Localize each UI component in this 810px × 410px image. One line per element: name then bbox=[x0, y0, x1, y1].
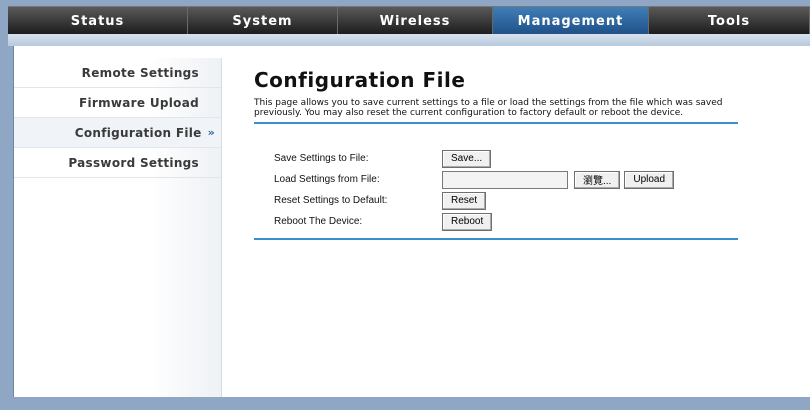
sidebar-item-label: Configuration File bbox=[74, 125, 202, 140]
sidebar-item-remote-settings[interactable]: Remote Settings bbox=[14, 58, 221, 88]
divider-top bbox=[254, 122, 738, 124]
file-path-input[interactable] bbox=[442, 170, 568, 189]
tab-status[interactable]: Status bbox=[8, 7, 188, 35]
tab-management[interactable]: Management bbox=[493, 7, 649, 35]
configuration-form: Save Settings to File: Save... Load Sett… bbox=[254, 148, 738, 240]
double-chevron-right-icon: » bbox=[207, 126, 215, 139]
save-settings-label: Save Settings to File: bbox=[274, 153, 369, 164]
upload-button[interactable]: Upload bbox=[624, 170, 675, 189]
browse-button[interactable]: 瀏覽... bbox=[574, 170, 621, 189]
save-settings-row: Save Settings to File: Save... bbox=[254, 148, 738, 169]
tab-system[interactable]: System bbox=[188, 7, 338, 35]
top-nav-bar: Status System Wireless Management Tools bbox=[8, 6, 810, 35]
sidebar-item-configuration-file[interactable]: Configuration File » bbox=[14, 118, 221, 148]
load-settings-label: Load Settings from File: bbox=[274, 174, 380, 185]
page-title: Configuration File bbox=[254, 68, 466, 92]
tab-tools[interactable]: Tools bbox=[649, 7, 810, 35]
load-settings-row: Load Settings from File: 瀏覽... Upload bbox=[254, 169, 738, 190]
divider-bottom bbox=[254, 238, 738, 240]
sidebar-item-label: Password Settings bbox=[68, 155, 199, 170]
sidebar-item-label: Remote Settings bbox=[81, 65, 199, 80]
reset-settings-row: Reset Settings to Default: Reset bbox=[254, 190, 738, 211]
reboot-device-label: Reboot The Device: bbox=[274, 216, 363, 227]
content-area: Configuration File This page allows you … bbox=[254, 60, 744, 240]
reboot-button[interactable]: Reboot bbox=[442, 212, 493, 231]
tab-wireless[interactable]: Wireless bbox=[338, 7, 493, 35]
sidebar-item-label: Firmware Upload bbox=[78, 95, 199, 110]
nav-separator-band bbox=[8, 34, 810, 46]
save-button[interactable]: Save... bbox=[442, 149, 492, 168]
sidebar: Remote Settings Firmware Upload Configur… bbox=[14, 58, 222, 397]
main-panel: Remote Settings Firmware Upload Configur… bbox=[13, 46, 810, 397]
page-description: This page allows you to save current set… bbox=[254, 98, 723, 118]
reset-button[interactable]: Reset bbox=[442, 191, 487, 210]
reset-settings-label: Reset Settings to Default: bbox=[274, 195, 388, 206]
reboot-device-row: Reboot The Device: Reboot bbox=[254, 211, 738, 232]
sidebar-item-password-settings[interactable]: Password Settings bbox=[14, 148, 221, 178]
sidebar-item-firmware-upload[interactable]: Firmware Upload bbox=[14, 88, 221, 118]
